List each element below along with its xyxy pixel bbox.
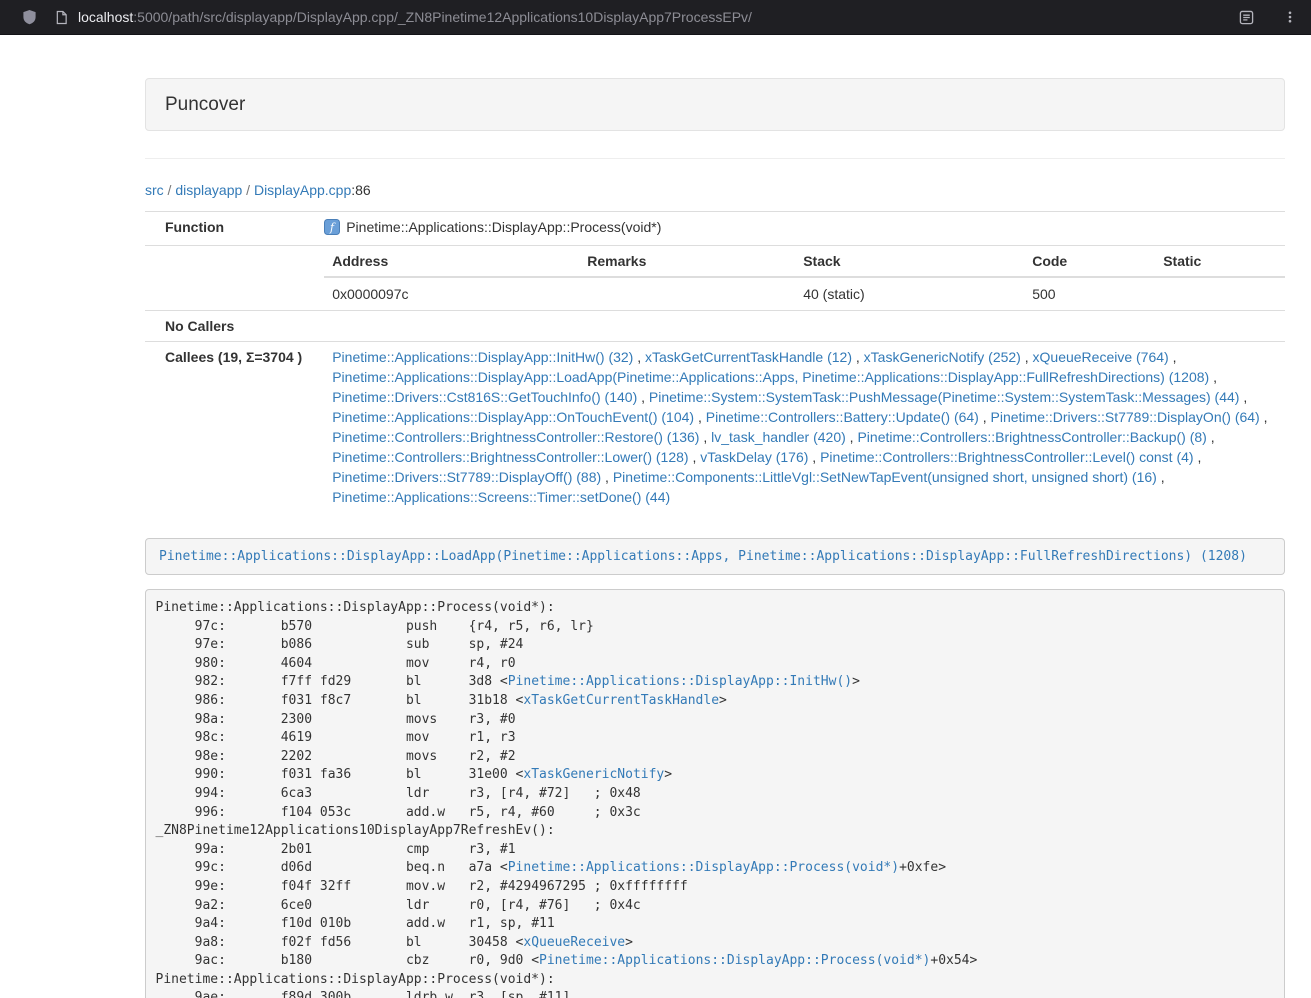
stats-row-label bbox=[145, 246, 310, 311]
function-name: Pinetime::Applications::DisplayApp::Proc… bbox=[346, 219, 661, 235]
symbol-type-icon: f bbox=[324, 219, 340, 240]
stats-header-static: Static bbox=[1155, 246, 1285, 277]
symbol-link[interactable]: Pinetime::Applications::DisplayApp::Load… bbox=[159, 549, 1247, 564]
function-row-label: Function bbox=[145, 212, 310, 246]
stats-remarks-value bbox=[579, 277, 795, 310]
callee-link[interactable]: Pinetime::Drivers::St7789::DisplayOn() (… bbox=[991, 409, 1260, 425]
no-callers-label: No Callers bbox=[145, 311, 310, 342]
callee-link[interactable]: Pinetime::Components::LittleVgl::SetNewT… bbox=[613, 469, 1157, 485]
callees-label: Callees (19, Σ=3704 ) bbox=[145, 342, 310, 517]
callee-link[interactable]: Pinetime::Controllers::BrightnessControl… bbox=[857, 429, 1206, 445]
stats-header-remarks: Remarks bbox=[579, 246, 795, 277]
reader-view-icon[interactable] bbox=[1239, 10, 1254, 25]
divider bbox=[145, 158, 1285, 159]
breadcrumb-link-displayapp-cpp[interactable]: DisplayApp.cpp bbox=[254, 182, 351, 198]
breadcrumb: src / displayapp / DisplayApp.cpp:86 bbox=[145, 180, 1285, 200]
breadcrumb-line-number: :86 bbox=[351, 182, 370, 198]
assembly-symbol-link[interactable]: xTaskGetCurrentTaskHandle bbox=[523, 693, 719, 708]
callee-link[interactable]: vTaskDelay (176) bbox=[700, 449, 808, 465]
page-icon[interactable] bbox=[55, 10, 68, 25]
callee-link[interactable]: xTaskGetCurrentTaskHandle (12) bbox=[645, 349, 852, 365]
assembly-symbol-link[interactable]: xQueueReceive bbox=[523, 935, 625, 950]
callee-link[interactable]: Pinetime::System::SystemTask::PushMessag… bbox=[649, 389, 1240, 405]
stats-header-stack: Stack bbox=[795, 246, 1024, 277]
assembly-listing: Pinetime::Applications::DisplayApp::Proc… bbox=[145, 589, 1285, 998]
callee-link[interactable]: Pinetime::Applications::DisplayApp::Load… bbox=[332, 369, 1209, 385]
callee-link[interactable]: Pinetime::Controllers::BrightnessControl… bbox=[820, 449, 1193, 465]
callee-link[interactable]: Pinetime::Controllers::Battery::Update()… bbox=[706, 409, 979, 425]
breadcrumb-separator: / bbox=[164, 182, 176, 198]
kebab-menu-icon[interactable] bbox=[1283, 9, 1297, 25]
no-callers-row: No Callers bbox=[145, 311, 1285, 342]
stats-header-code: Code bbox=[1024, 246, 1155, 277]
page-content: Puncover src / displayapp / DisplayApp.c… bbox=[145, 78, 1285, 998]
callee-link[interactable]: Pinetime::Applications::Screens::Timer::… bbox=[332, 489, 670, 505]
breadcrumb-separator: / bbox=[242, 182, 254, 198]
callee-link[interactable]: xTaskGenericNotify (252) bbox=[864, 349, 1021, 365]
shield-icon[interactable] bbox=[22, 9, 37, 25]
callee-link[interactable]: xQueueReceive (764) bbox=[1033, 349, 1169, 365]
breadcrumb-link-src[interactable]: src bbox=[145, 182, 164, 198]
assembly-symbol-link[interactable]: Pinetime::Applications::DisplayApp::Proc… bbox=[539, 953, 930, 968]
callees-row: Callees (19, Σ=3704 ) Pinetime::Applicat… bbox=[145, 342, 1285, 517]
stats-header-row: Address Remarks Stack Code Static bbox=[324, 246, 1285, 277]
function-table: Function f Pinetime::Applications::Displ… bbox=[145, 211, 1285, 516]
symbol-panel: Pinetime::Applications::DisplayApp::Load… bbox=[145, 538, 1285, 575]
stats-values-row: 0x0000097c 40 (static) 500 bbox=[324, 277, 1285, 310]
callee-link[interactable]: Pinetime::Applications::DisplayApp::OnTo… bbox=[332, 409, 694, 425]
url-bar[interactable]: localhost:5000/path/src/displayapp/Displ… bbox=[78, 9, 752, 25]
stats-table: Address Remarks Stack Code Static 0x0000… bbox=[324, 246, 1285, 310]
function-row: Function f Pinetime::Applications::Displ… bbox=[145, 212, 1285, 246]
callee-link[interactable]: lv_task_handler (420) bbox=[711, 429, 846, 445]
callees-list: Pinetime::Applications::DisplayApp::Init… bbox=[310, 342, 1285, 517]
assembly-symbol-link[interactable]: xTaskGenericNotify bbox=[523, 767, 664, 782]
assembly-symbol-link[interactable]: Pinetime::Applications::DisplayApp::Proc… bbox=[508, 860, 899, 875]
no-callers-cell bbox=[310, 311, 1285, 342]
callee-link[interactable]: Pinetime::Drivers::Cst816S::GetTouchInfo… bbox=[332, 389, 637, 405]
app-title[interactable]: Puncover bbox=[165, 94, 245, 115]
url-path: :5000/path/src/displayapp/DisplayApp.cpp… bbox=[133, 9, 752, 25]
stats-code-value: 500 bbox=[1024, 277, 1155, 310]
browser-toolbar: localhost:5000/path/src/displayapp/Displ… bbox=[0, 0, 1311, 35]
assembly-symbol-link[interactable]: Pinetime::Applications::DisplayApp::Init… bbox=[508, 674, 852, 689]
stats-stack-value: 40 (static) bbox=[795, 277, 1024, 310]
stats-static-value bbox=[1155, 277, 1285, 310]
app-brand-panel: Puncover bbox=[145, 78, 1285, 131]
callee-link[interactable]: Pinetime::Controllers::BrightnessControl… bbox=[332, 449, 688, 465]
callee-link[interactable]: Pinetime::Applications::DisplayApp::Init… bbox=[332, 349, 633, 365]
breadcrumb-link-displayapp[interactable]: displayapp bbox=[175, 182, 242, 198]
callee-link[interactable]: Pinetime::Controllers::BrightnessControl… bbox=[332, 429, 699, 445]
stats-address-value: 0x0000097c bbox=[324, 277, 579, 310]
url-host: localhost bbox=[78, 9, 133, 25]
callee-link[interactable]: Pinetime::Drivers::St7789::DisplayOff() … bbox=[332, 469, 601, 485]
stats-row-container: Address Remarks Stack Code Static 0x0000… bbox=[145, 246, 1285, 311]
stats-header-address: Address bbox=[324, 246, 579, 277]
